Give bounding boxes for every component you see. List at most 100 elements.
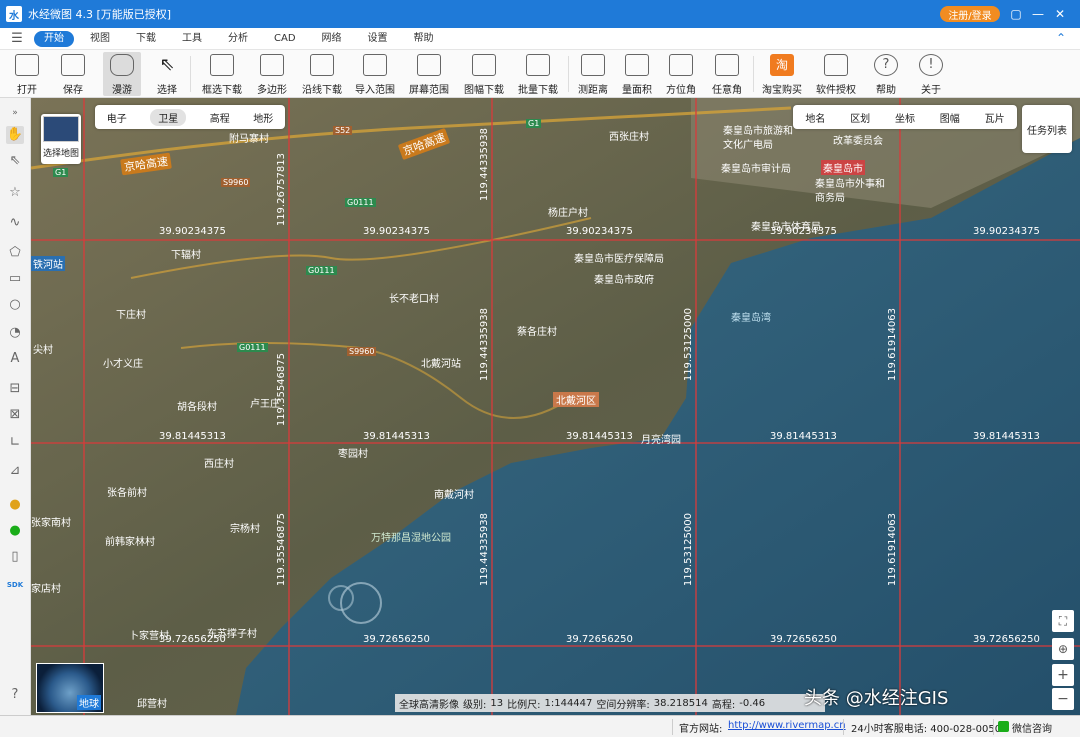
menu-view[interactable]: 视图 <box>80 31 120 47</box>
polygon-download-button[interactable]: 多边形 <box>253 52 291 96</box>
polyline-icon[interactable]: ∿ <box>6 214 24 232</box>
location-icon[interactable]: ● <box>6 522 24 540</box>
close-icon[interactable]: ✕ <box>1052 6 1068 22</box>
layer-placename[interactable]: 地名 <box>805 110 825 125</box>
menu-cad[interactable]: CAD <box>264 31 306 47</box>
fullscreen-icon[interactable]: ⛶ <box>1052 610 1074 632</box>
place-label: 前韩家林村 <box>105 537 155 548</box>
watermark: 头条 @水经注GIS <box>804 688 949 709</box>
azimuth-button[interactable]: 方位角 <box>664 52 698 96</box>
layer-tile[interactable]: 瓦片 <box>985 110 1005 125</box>
layer-toggle-bar: 地名 区划 坐标 图幅 瓦片 <box>793 105 1017 129</box>
polyline-icon <box>310 54 334 76</box>
road-badge: S52 <box>333 126 353 135</box>
map-type-vector[interactable]: 电子 <box>107 110 127 125</box>
taobao-buy-button[interactable]: 淘淘宝购买 <box>760 52 804 96</box>
place-label: 邱营村 <box>137 699 167 710</box>
collapse-ribbon-icon[interactable]: ⌃ <box>1056 31 1066 45</box>
rectangle-icon[interactable]: ▭ <box>6 270 24 288</box>
grid-lat-label: 39.72656250 <box>770 634 837 645</box>
road-badge: G1 <box>526 119 542 128</box>
status-bar: 官方网站: http://www.rivermap.cn 24小时客服电话: 4… <box>0 715 1080 737</box>
zoom-out-icon[interactable]: − <box>1052 688 1074 710</box>
about-button[interactable]: ! 关于 <box>917 52 945 96</box>
toolbar-divider <box>568 56 569 92</box>
rect-download-icon <box>210 54 234 76</box>
menu-tools[interactable]: 工具 <box>172 31 212 47</box>
batch-download-button[interactable]: 批量下载 <box>515 52 561 96</box>
minimize-icon[interactable]: — <box>1030 6 1046 22</box>
select-button[interactable]: ⇖ 选择 <box>151 52 183 96</box>
help-button[interactable]: ? 帮助 <box>872 52 900 96</box>
pointer-icon[interactable]: ⇖ <box>6 152 24 170</box>
map-source-selector[interactable]: 选择地图 <box>41 114 81 164</box>
save-button[interactable]: 保存 <box>58 52 88 96</box>
software-license-button[interactable]: 软件授权 <box>814 52 858 96</box>
sdk-icon[interactable]: SDK <box>6 576 24 594</box>
website-link[interactable]: http://www.rivermap.cn <box>728 720 846 731</box>
map-view[interactable]: 39.90234375 39.90234375 39.90234375 39.9… <box>31 98 1080 715</box>
ribbon-toolbar: 打开 保存 漫游 ⇖ 选择 框选下载 多边形 沿线下载 导入范围 屏幕范围 图幅下… <box>0 50 1080 98</box>
window-title: 水经微图 4.3 [万能版已授权] <box>28 8 172 21</box>
menu-analysis[interactable]: 分析 <box>218 31 258 47</box>
line-download-button[interactable]: 沿线下载 <box>300 52 344 96</box>
menu-start[interactable]: 开始 <box>34 30 74 47</box>
import-range-button[interactable]: 导入范围 <box>353 52 397 96</box>
phone-icon[interactable]: ▯ <box>6 548 24 566</box>
map-type-elevation[interactable]: 高程 <box>210 110 230 125</box>
angle-icon[interactable]: ∟ <box>6 434 24 452</box>
register-login-button[interactable]: 注册/登录 <box>940 6 1000 22</box>
map-type-terrain[interactable]: 地形 <box>253 110 273 125</box>
map-type-satellite[interactable]: 卫星 <box>150 108 187 126</box>
layer-division[interactable]: 区划 <box>850 110 870 125</box>
layer-sheet[interactable]: 图幅 <box>940 110 960 125</box>
open-button[interactable]: 打开 <box>12 52 42 96</box>
hand-icon[interactable]: ✋ <box>6 126 24 144</box>
screen-range-button[interactable]: 屏幕范围 <box>406 52 452 96</box>
menu-download[interactable]: 下载 <box>126 31 166 47</box>
text-icon[interactable]: A <box>6 350 24 368</box>
rect-download-button[interactable]: 框选下载 <box>200 52 244 96</box>
wechat-icon[interactable] <box>998 721 1009 732</box>
hamburger-menu-icon[interactable]: ☰ <box>0 31 34 46</box>
expand-sidebar-icon[interactable]: » <box>6 104 24 122</box>
imagery-source: 全球高清影像 <box>399 699 459 711</box>
place-label: 小才义庄 <box>103 359 143 370</box>
app-logo-icon: 水 <box>6 6 22 22</box>
measure-distance-button[interactable]: 测距离 <box>576 52 610 96</box>
road-badge: S9960 <box>221 178 251 187</box>
zoom-in-icon[interactable]: + <box>1052 664 1074 686</box>
menu-settings[interactable]: 设置 <box>358 31 398 47</box>
measure-ruler-icon[interactable]: ⊟ <box>6 380 24 398</box>
import-icon <box>363 54 387 76</box>
place-label: 月亮湾园 <box>641 435 681 446</box>
help-circle-icon[interactable]: ? <box>6 686 24 704</box>
marker-icon[interactable]: ☆ <box>6 184 24 202</box>
level-value: 13 <box>490 697 504 709</box>
grid-lon-label: 119.53125000 <box>683 513 694 587</box>
globe-overview[interactable]: 地球 <box>36 663 104 713</box>
pan-button[interactable]: 漫游 <box>103 52 141 96</box>
circle-icon[interactable]: ○ <box>6 296 24 314</box>
restore-icon[interactable]: ▢ <box>1008 6 1024 22</box>
layers-icon[interactable]: ● <box>6 496 24 514</box>
grid-lat-label: 39.90234375 <box>566 226 633 237</box>
layer-coordinate[interactable]: 坐标 <box>895 110 915 125</box>
measure-area-button[interactable]: 量面积 <box>620 52 654 96</box>
lock-icon <box>824 54 848 76</box>
locate-icon[interactable]: ⊕ <box>1052 638 1074 660</box>
menu-help[interactable]: 帮助 <box>404 31 444 47</box>
wechat-consult-link[interactable]: 微信咨询 <box>1012 720 1052 735</box>
sector-icon[interactable]: ◔ <box>6 324 24 342</box>
place-label: 胡各段村 <box>177 402 217 413</box>
place-label: 附马寨村 <box>229 134 269 145</box>
menu-network[interactable]: 网络 <box>312 31 352 47</box>
any-angle-button[interactable]: 任意角 <box>709 52 745 96</box>
task-list-button[interactable]: 任务列表 <box>1022 105 1072 153</box>
polygon-icon[interactable]: ⬠ <box>6 244 24 262</box>
road-badge: G0111 <box>306 266 337 275</box>
area-measure-icon[interactable]: ⊠ <box>6 406 24 424</box>
profile-icon[interactable]: ⊿ <box>6 462 24 480</box>
place-label: 家店村 <box>31 584 61 595</box>
sheet-download-button[interactable]: 图幅下载 <box>461 52 507 96</box>
